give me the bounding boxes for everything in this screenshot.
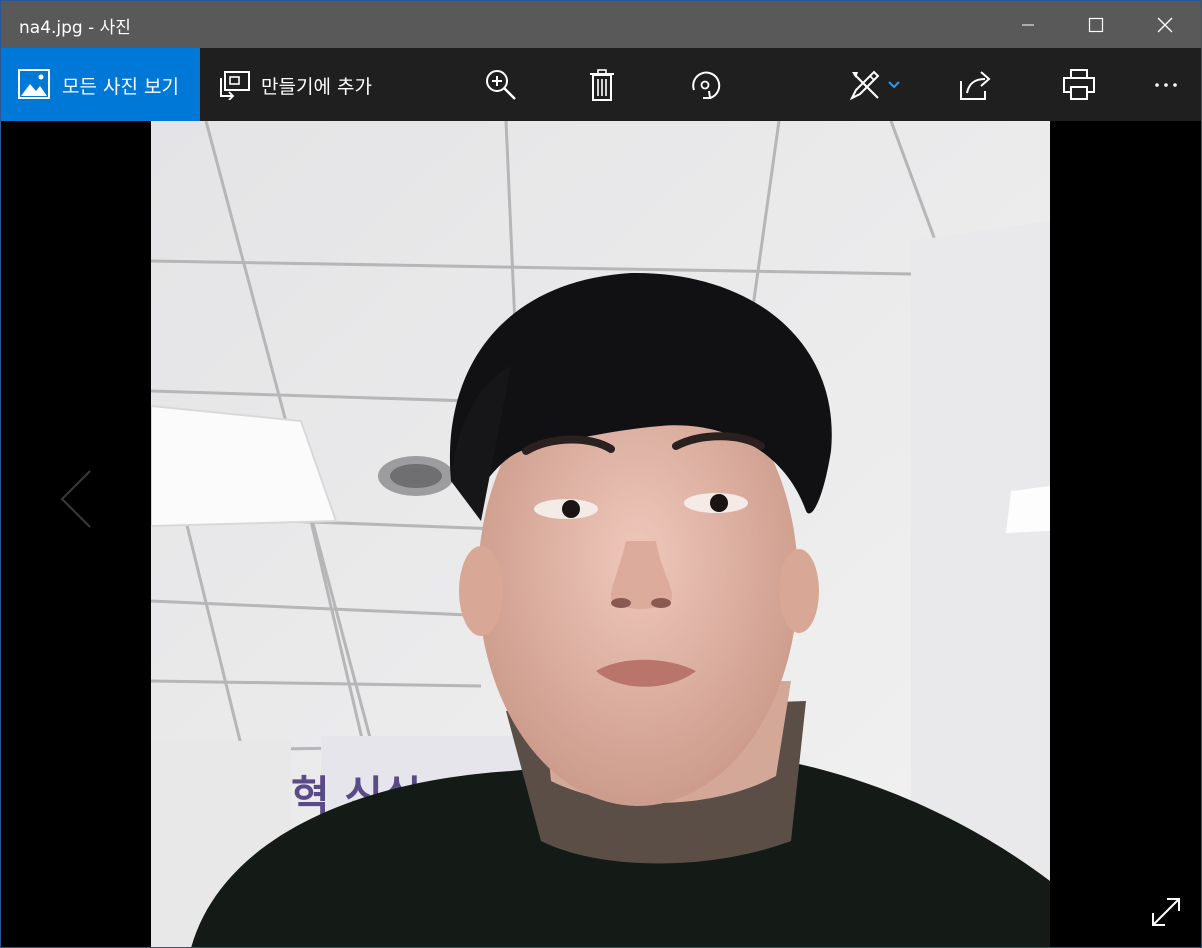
rotate-button[interactable] [680,48,730,121]
photo-viewer: 혁 신실 [1,121,1201,947]
share-button[interactable] [951,48,1001,121]
minimize-button[interactable] [1005,1,1051,48]
title-bar: na4.jpg - 사진 [1,1,1201,48]
fullscreen-button[interactable] [1149,895,1183,933]
window-title: na4.jpg - 사진 [19,18,131,38]
photos-app-window: na4.jpg - 사진 모든 사진 보기 만들기에 추가 혁 신실 [0,0,1202,948]
chevron-down-icon [888,80,900,88]
delete-icon [590,68,614,101]
expand-icon [1152,898,1180,926]
print-button[interactable] [1054,48,1104,121]
previous-photo-button[interactable] [56,469,96,533]
all-photos-label: 모든 사진 보기 [62,76,179,98]
photo-icon [18,69,50,99]
minimize-icon [1022,24,1034,25]
close-icon [1157,17,1173,32]
close-button[interactable] [1142,1,1188,48]
edit-and-create-button[interactable] [839,48,909,121]
add-to-creation-icon [220,70,250,100]
zoom-button[interactable] [476,48,526,121]
selfie-photo: 혁 신실 [151,121,1050,947]
all-photos-button[interactable]: 모든 사진 보기 [1,48,200,121]
more-icon [1155,82,1177,87]
maximize-icon [1088,17,1104,32]
maximize-button[interactable] [1073,1,1119,48]
add-to-creation-label: 만들기에 추가 [261,76,372,98]
chevron-left-icon [60,470,91,528]
edit-draw-icon [849,70,880,100]
more-button[interactable] [1141,48,1191,121]
toolbar: 모든 사진 보기 만들기에 추가 [1,48,1201,121]
share-icon [960,70,991,100]
print-icon [1063,68,1095,100]
zoom-in-icon [486,69,516,100]
displayed-photo[interactable]: 혁 신실 [151,121,1050,947]
rotate-icon [692,71,721,99]
delete-button[interactable] [577,48,627,121]
